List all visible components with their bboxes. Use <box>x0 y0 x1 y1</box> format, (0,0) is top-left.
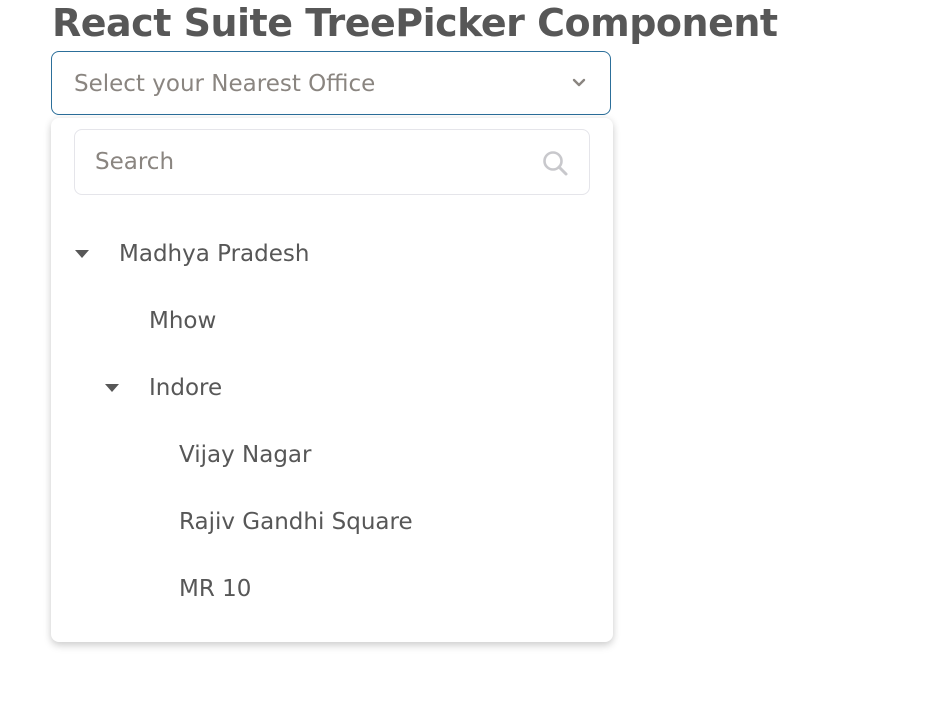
tree-node-mr-10[interactable]: MR 10 <box>179 564 251 614</box>
tree-node-vijay-nagar[interactable]: Vijay Nagar <box>179 430 311 480</box>
tree-picker-menu: Madhya Pradesh Mhow Indore Vijay Nagar R… <box>51 118 613 642</box>
tree-node-indore[interactable]: Indore <box>149 363 222 413</box>
expand-indore-icon[interactable] <box>104 383 120 393</box>
tree-node-rajiv-gandhi-square[interactable]: Rajiv Gandhi Square <box>179 497 413 547</box>
page-title: React Suite TreePicker Component <box>52 1 778 45</box>
search-input[interactable] <box>95 130 515 194</box>
tree-node-mhow[interactable]: Mhow <box>149 296 216 346</box>
tree-node-madhya-pradesh[interactable]: Madhya Pradesh <box>119 229 309 279</box>
expand-madhya-pradesh-icon[interactable] <box>74 249 90 259</box>
chevron-down-icon[interactable] <box>572 76 586 90</box>
tree-picker-toggle[interactable]: Select your Nearest Office <box>51 51 611 115</box>
picker-placeholder: Select your Nearest Office <box>74 71 376 97</box>
search-icon <box>543 151 568 176</box>
search-box <box>74 129 590 195</box>
